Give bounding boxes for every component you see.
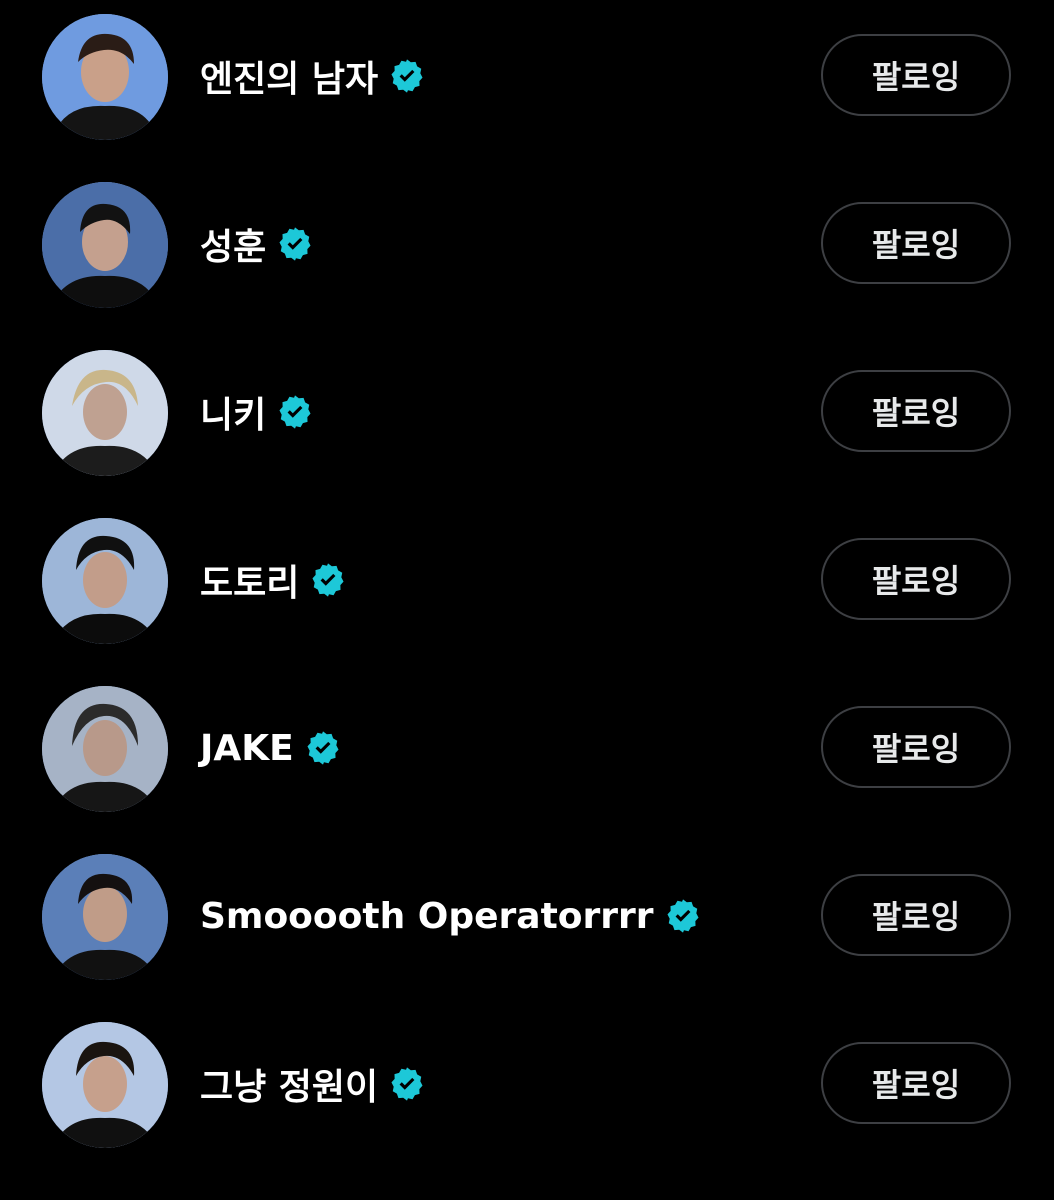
display-name[interactable]: Smooooth Operatorrrr <box>200 896 654 937</box>
list-item[interactable]: Smooooth Operatorrrr 팔로잉 <box>0 840 1054 1008</box>
list-item[interactable]: 엔진의 남자 팔로잉 <box>0 0 1054 168</box>
verified-badge-icon <box>307 731 339 765</box>
following-button[interactable]: 팔로잉 <box>821 874 1011 956</box>
following-button[interactable]: 팔로잉 <box>821 706 1011 788</box>
name-container: Smooooth Operatorrrr <box>200 890 702 942</box>
name-container: 도토리 <box>200 554 347 606</box>
display-name[interactable]: 성훈 <box>200 218 266 270</box>
verified-badge-icon <box>667 899 699 933</box>
avatar[interactable] <box>42 686 168 812</box>
following-button[interactable]: 팔로잉 <box>821 1042 1011 1124</box>
avatar-photo-icon <box>42 182 168 308</box>
avatar-photo-icon <box>42 686 168 812</box>
display-name[interactable]: 도토리 <box>200 554 299 606</box>
avatar-photo-icon <box>42 350 168 476</box>
verified-badge-icon <box>391 59 423 93</box>
avatar-photo-icon <box>42 14 168 140</box>
list-item[interactable]: 그냥 정원이 팔로잉 <box>0 1008 1054 1176</box>
following-list: 엔진의 남자 팔로잉 성훈 팔로잉 니키 팔로잉 도토리 팔로잉 JAKE 팔로… <box>0 0 1054 1200</box>
avatar[interactable] <box>42 14 168 140</box>
list-item[interactable]: JAKE 팔로잉 <box>0 672 1054 840</box>
name-container: 엔진의 남자 <box>200 50 426 102</box>
avatar[interactable] <box>42 518 168 644</box>
following-button[interactable]: 팔로잉 <box>821 34 1011 116</box>
verified-badge-icon <box>279 395 311 429</box>
display-name[interactable]: 엔진의 남자 <box>200 50 378 102</box>
avatar-photo-icon <box>42 854 168 980</box>
name-container: 성훈 <box>200 218 314 270</box>
name-container: 그냥 정원이 <box>200 1058 426 1110</box>
list-item[interactable]: 니키 팔로잉 <box>0 336 1054 504</box>
display-name[interactable]: 니키 <box>200 386 266 438</box>
name-container: JAKE <box>200 722 342 774</box>
name-container: 니키 <box>200 386 314 438</box>
display-name[interactable]: 그냥 정원이 <box>200 1058 378 1110</box>
following-button[interactable]: 팔로잉 <box>821 202 1011 284</box>
avatar-photo-icon <box>42 1022 168 1148</box>
verified-badge-icon <box>391 1067 423 1101</box>
following-button[interactable]: 팔로잉 <box>821 538 1011 620</box>
list-item[interactable]: 성훈 팔로잉 <box>0 168 1054 336</box>
avatar[interactable] <box>42 1022 168 1148</box>
verified-badge-icon <box>312 563 344 597</box>
display-name[interactable]: JAKE <box>200 728 294 769</box>
verified-badge-icon <box>279 227 311 261</box>
avatar[interactable] <box>42 854 168 980</box>
avatar[interactable] <box>42 350 168 476</box>
avatar[interactable] <box>42 182 168 308</box>
following-button[interactable]: 팔로잉 <box>821 370 1011 452</box>
list-item[interactable]: 도토리 팔로잉 <box>0 504 1054 672</box>
avatar-photo-icon <box>42 518 168 644</box>
